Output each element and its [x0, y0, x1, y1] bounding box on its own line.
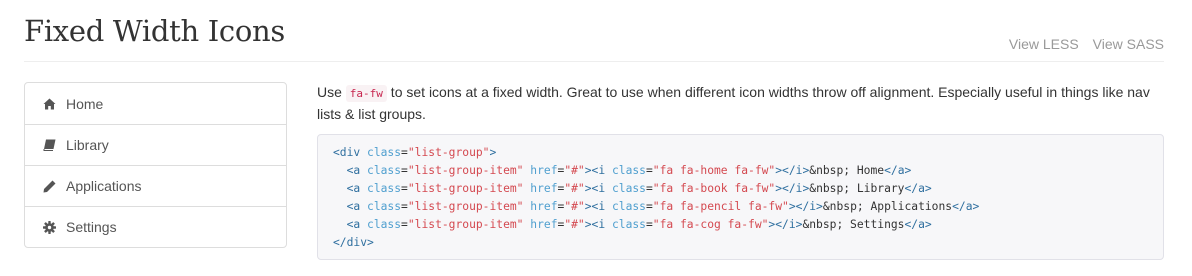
header-links: View LESS View SASS [995, 36, 1164, 52]
code-line: <a class="list-group-item" href="#"><i c… [346, 218, 932, 231]
home-icon [43, 97, 61, 111]
view-sass-link[interactable]: View SASS [1093, 36, 1164, 52]
list-group-item-label: Library [66, 137, 109, 153]
pencil-icon [43, 179, 61, 193]
description-before: Use [317, 84, 346, 100]
code-line: <a class="list-group-item" href="#"><i c… [346, 200, 980, 213]
list-group-item-applications[interactable]: Applications [25, 165, 286, 206]
list-group-item-home[interactable]: Home [25, 83, 286, 124]
list-group-item-label: Home [66, 95, 104, 112]
list-group-item-label: Settings [66, 219, 117, 235]
book-icon [43, 138, 61, 152]
main-content: Use fa-fw to set icons at a fixed width.… [317, 82, 1164, 260]
description: Use fa-fw to set icons at a fixed width.… [317, 82, 1164, 124]
list-group-item-settings[interactable]: Settings [25, 206, 286, 247]
list-group-item-library[interactable]: Library [25, 124, 286, 165]
code-line: <a class="list-group-item" href="#"><i c… [346, 164, 912, 177]
inline-code: fa-fw [345, 85, 387, 102]
cog-icon [43, 220, 61, 234]
code-block: <div class="list-group"> <a class="list-… [317, 134, 1164, 260]
page-title: Fixed Width Icons [24, 14, 285, 48]
page-header: Fixed Width Icons View LESS View SASS [24, 0, 1164, 62]
list-group-item-label: Applications [66, 178, 142, 194]
view-less-link[interactable]: View LESS [1009, 36, 1079, 52]
code-line: <div class="list-group"> [333, 146, 497, 159]
code-line: <a class="list-group-item" href="#"><i c… [346, 182, 932, 195]
list-group: Home Library Applications Settings [24, 82, 287, 248]
description-after: to set icons at a fixed width. Great to … [317, 84, 1150, 122]
code-line: </div> [333, 236, 374, 249]
